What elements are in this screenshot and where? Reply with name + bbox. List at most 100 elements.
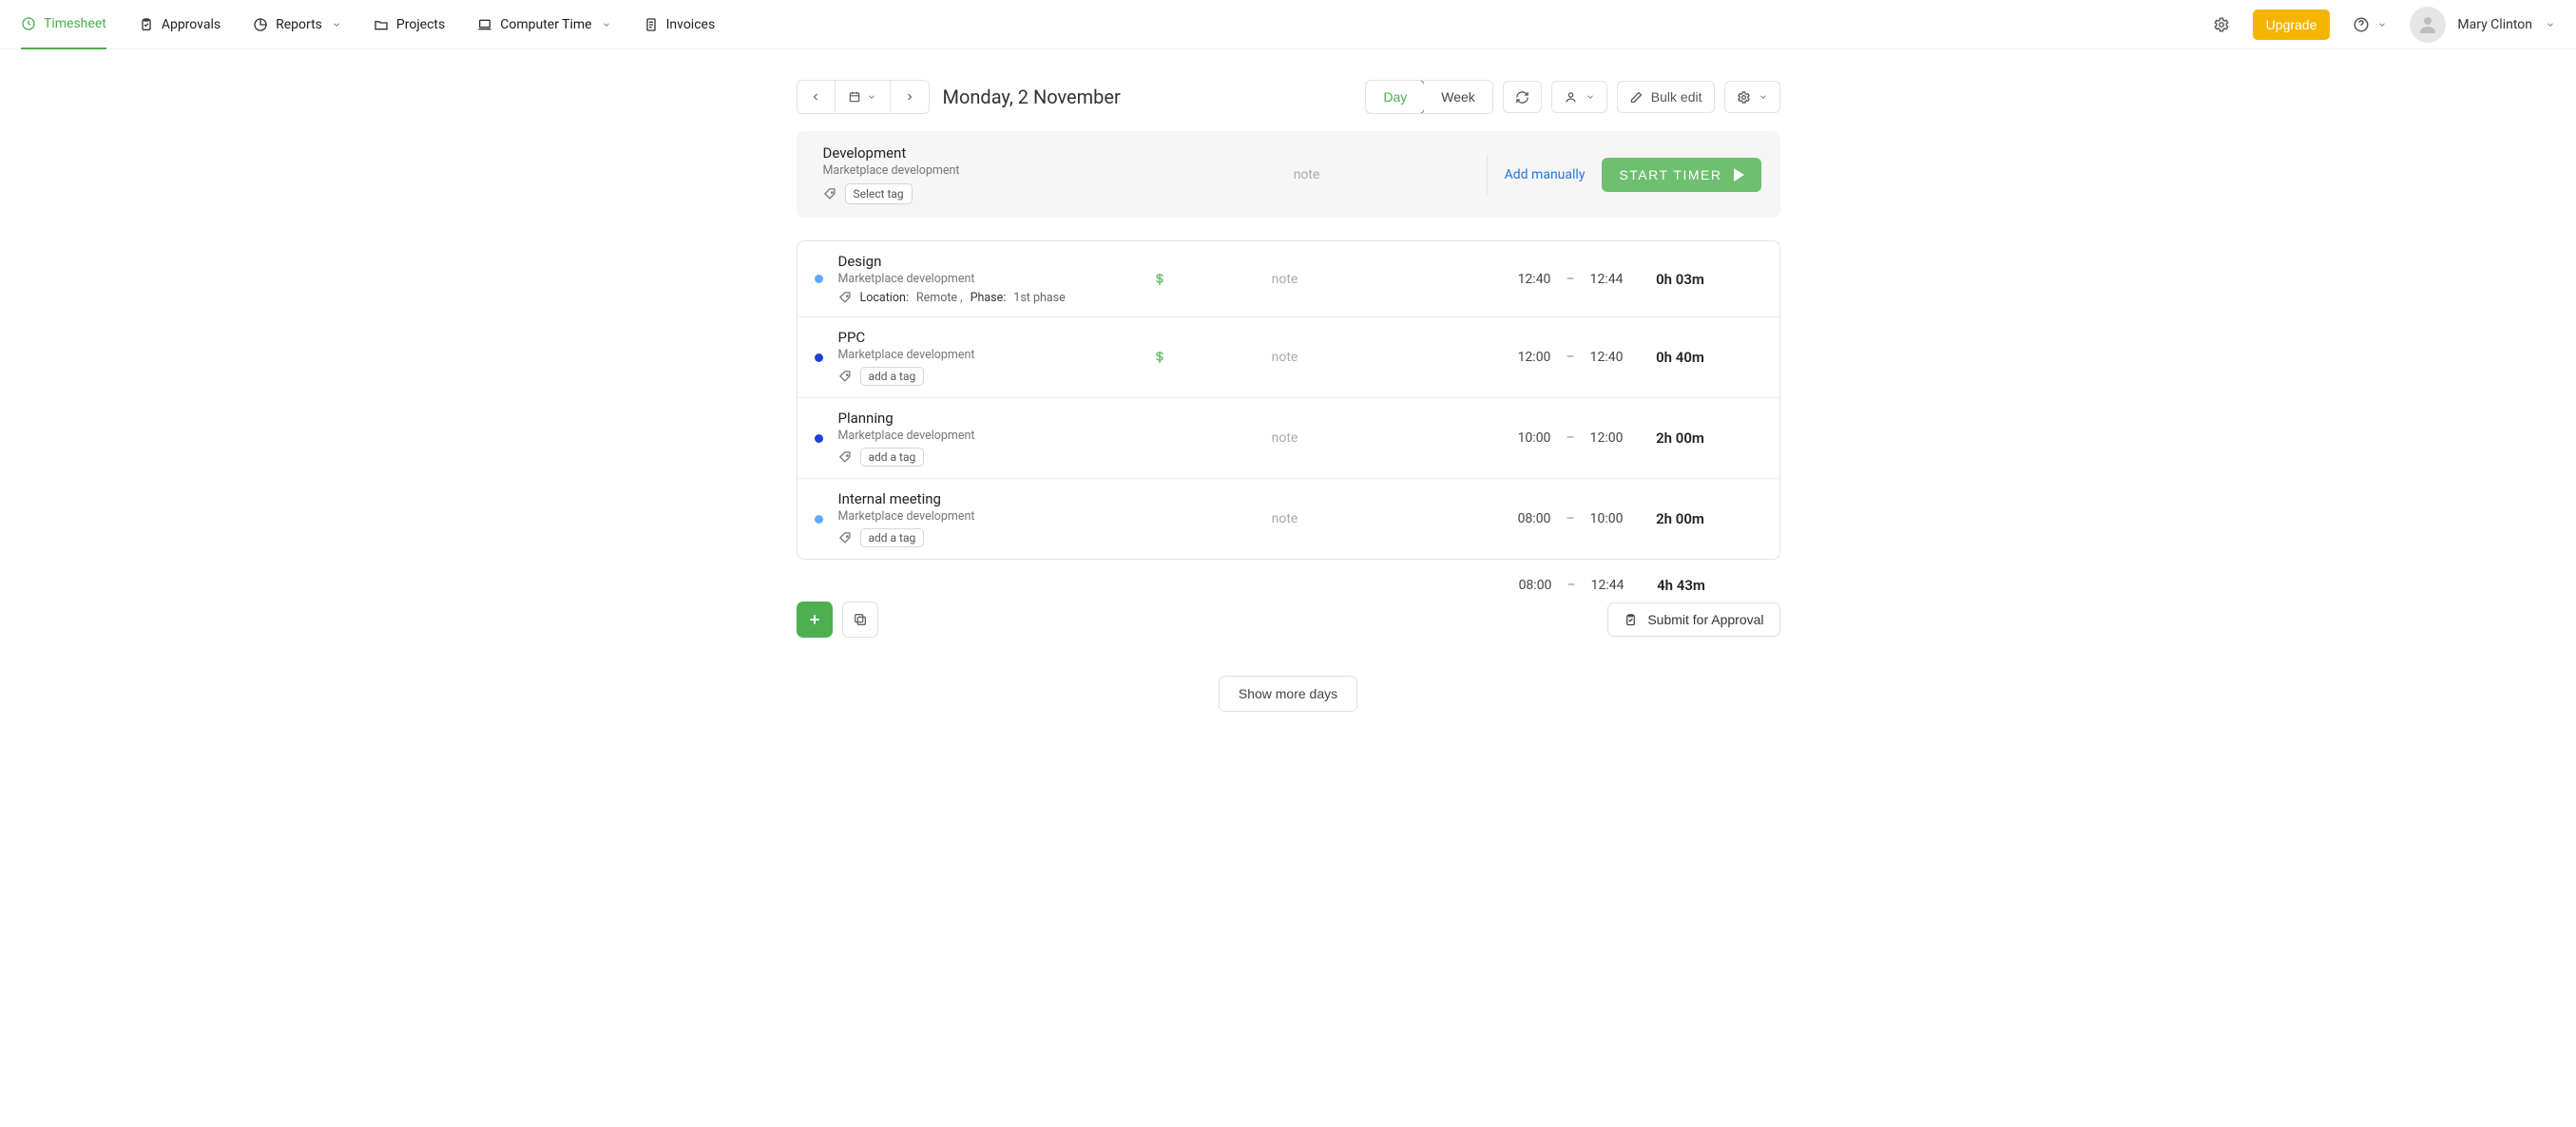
billable-indicator[interactable]	[1152, 269, 1228, 290]
project-dot	[815, 515, 823, 524]
main: Monday, 2 November Day Week Bulk edit	[797, 80, 1780, 750]
calendar-picker-button[interactable]	[836, 81, 891, 113]
entry-note[interactable]: note	[1228, 430, 1342, 446]
view-segment: Day Week	[1365, 80, 1492, 114]
timer-task-block[interactable]: Development Marketplace development Sele…	[823, 144, 1127, 204]
settings-icon[interactable]	[2213, 16, 2230, 33]
actions-row: Submit for Approval	[797, 602, 1780, 638]
timer-note-placeholder: note	[1294, 167, 1320, 182]
add-tag-chip[interactable]: add a tag	[860, 528, 925, 547]
nav-invoices[interactable]: Invoices	[644, 0, 716, 49]
entry-row[interactable]: PPC Marketplace development add a tag note 1…	[798, 316, 1779, 397]
prev-day-button[interactable]	[798, 81, 836, 113]
dash: –	[1566, 430, 1574, 446]
entry-duration: 0h 40m	[1624, 349, 1738, 366]
entry-task: Design	[838, 253, 1152, 270]
tag-icon	[823, 187, 837, 201]
entry-main: Internal meetingMarketplace developmenta…	[838, 490, 1152, 547]
chevron-down-icon	[332, 20, 341, 29]
add-manually-link[interactable]: Add manually	[1505, 167, 1586, 182]
timer-right: Add manually START TIMER	[1487, 155, 1761, 195]
nav-reports-label: Reports	[276, 17, 322, 32]
entry-row[interactable]: PlanningMarketplace developmentadd a tag…	[798, 397, 1779, 478]
nav-invoices-label: Invoices	[666, 17, 716, 32]
show-more-button[interactable]: Show more days	[1219, 676, 1357, 712]
tag-key: Phase:	[971, 291, 1007, 305]
entry-note[interactable]: note	[1228, 350, 1342, 365]
add-tag-chip[interactable]: add a tag	[860, 367, 925, 386]
help-menu[interactable]	[2353, 16, 2387, 33]
next-day-button[interactable]	[891, 81, 929, 113]
entry-project: Marketplace development	[838, 348, 1152, 362]
entry-time[interactable]: 12:00–12:40	[1433, 350, 1624, 365]
copy-day-button[interactable]	[842, 602, 878, 638]
toolbar-right: Day Week Bulk edit	[1365, 80, 1779, 114]
laptop-icon	[477, 17, 492, 32]
nav-reports[interactable]: Reports	[253, 0, 341, 49]
entry-row[interactable]: Internal meetingMarketplace developmenta…	[798, 478, 1779, 559]
timer-note[interactable]: note	[1127, 167, 1487, 182]
chevron-right-icon	[904, 91, 915, 103]
submit-approval-label: Submit for Approval	[1647, 612, 1763, 627]
dash: –	[1566, 350, 1574, 365]
actions-left	[797, 602, 878, 638]
billable-indicator[interactable]	[1152, 347, 1228, 368]
entry-project: Marketplace development	[838, 272, 1152, 286]
vertical-separator	[1487, 155, 1488, 195]
entry-tag-row: add a tag	[838, 367, 1152, 386]
view-day-button[interactable]: Day	[1365, 80, 1425, 114]
start-timer-label: START TIMER	[1619, 167, 1721, 182]
entry-end: 12:40	[1590, 350, 1624, 365]
dash: –	[1566, 272, 1574, 287]
user-menu[interactable]: Mary Clinton	[2410, 7, 2555, 43]
tag-icon	[838, 291, 853, 305]
entry-main: DesignMarketplace developmentLocation: R…	[838, 253, 1152, 305]
entry-time[interactable]: 08:00–10:00	[1433, 511, 1624, 526]
entry-time[interactable]: 10:00–12:00	[1433, 430, 1624, 446]
play-icon	[1734, 168, 1744, 181]
entry-start: 10:00	[1518, 430, 1551, 446]
entry-task: PPC	[838, 329, 1152, 346]
nav-approvals-label: Approvals	[162, 17, 221, 32]
options-button[interactable]	[1724, 81, 1780, 113]
submit-approval-button[interactable]: Submit for Approval	[1607, 602, 1779, 637]
user-filter-button[interactable]	[1551, 81, 1607, 113]
entry-time[interactable]: 12:40–12:44	[1433, 272, 1624, 287]
entry-tag-row: add a tag	[838, 528, 1152, 547]
entry-task: Planning	[838, 410, 1152, 427]
start-timer-button[interactable]: START TIMER	[1602, 158, 1760, 192]
nav-projects[interactable]: Projects	[374, 0, 445, 49]
entry-row[interactable]: DesignMarketplace developmentLocation: R…	[798, 241, 1779, 316]
chevron-down-icon	[867, 92, 876, 102]
invoice-icon	[644, 17, 659, 32]
view-week-button[interactable]: Week	[1424, 81, 1492, 113]
dash: –	[1567, 578, 1575, 593]
clock-icon	[21, 16, 36, 31]
nav-approvals[interactable]: Approvals	[139, 0, 221, 49]
clipboard-check-icon	[139, 17, 154, 32]
gear-icon	[1737, 90, 1751, 105]
add-entry-button[interactable]	[797, 602, 833, 638]
select-tag-chip[interactable]: Select tag	[845, 183, 913, 204]
entry-note[interactable]: note	[1228, 511, 1342, 526]
entry-note[interactable]: note	[1228, 272, 1342, 287]
totals-end: 12:44	[1591, 578, 1624, 593]
bulk-edit-button[interactable]: Bulk edit	[1617, 81, 1715, 113]
refresh-button[interactable]	[1503, 81, 1542, 113]
nav-computer-time[interactable]: Computer Time	[477, 0, 610, 49]
username: Mary Clinton	[2457, 17, 2532, 32]
chevron-down-icon	[1759, 92, 1768, 102]
dash: –	[1566, 511, 1574, 526]
entry-main: PPC Marketplace development add a tag	[838, 329, 1152, 386]
date-toolbar: Monday, 2 November Day Week Bulk edit	[797, 80, 1780, 114]
pie-chart-icon	[253, 17, 268, 32]
tag-value: Remote ,	[916, 291, 963, 305]
project-dot	[815, 353, 823, 362]
add-tag-chip[interactable]: add a tag	[860, 448, 925, 467]
calendar-icon	[848, 90, 861, 104]
nav-timesheet[interactable]: Timesheet	[21, 0, 106, 49]
upgrade-button[interactable]: Upgrade	[2253, 10, 2331, 40]
avatar	[2410, 7, 2446, 43]
bulk-edit-label: Bulk edit	[1651, 89, 1702, 105]
tag-icon	[838, 370, 853, 384]
